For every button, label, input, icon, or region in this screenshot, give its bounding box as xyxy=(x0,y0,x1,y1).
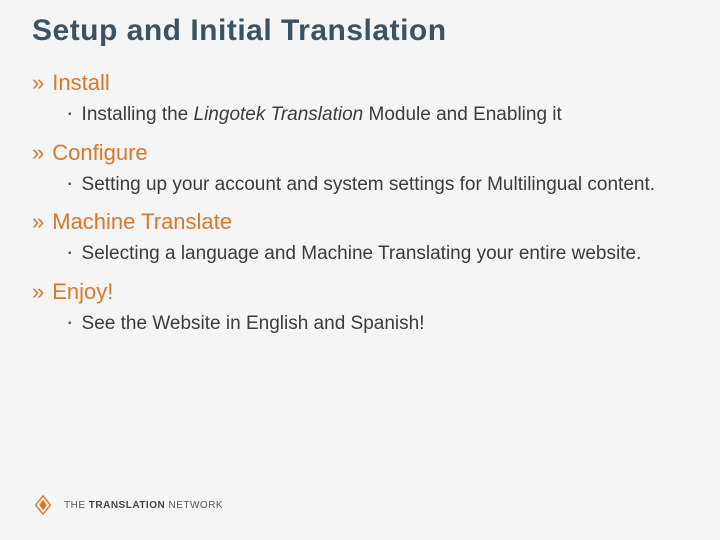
footer: THE TRANSLATION NETWORK xyxy=(32,494,223,516)
bullet-row: ▪ Setting up your account and system set… xyxy=(32,172,688,198)
chevron-icon: » xyxy=(32,140,44,166)
section-title: Enjoy! xyxy=(52,279,113,305)
page-title: Setup and Initial Translation xyxy=(32,14,688,48)
footer-pre: THE xyxy=(64,500,89,511)
square-bullet-icon: ▪ xyxy=(68,179,72,190)
section-configure: » Configure ▪ Setting up your account an… xyxy=(32,140,688,198)
bullet-row: ▪ Installing the Lingotek Translation Mo… xyxy=(32,102,688,128)
section-title: Install xyxy=(52,70,109,96)
chevron-icon: » xyxy=(32,209,44,235)
square-bullet-icon: ▪ xyxy=(68,109,72,120)
section-title: Machine Translate xyxy=(52,209,232,235)
chevron-icon: » xyxy=(32,70,44,96)
square-bullet-icon: ▪ xyxy=(68,248,72,259)
footer-text: THE TRANSLATION NETWORK xyxy=(64,500,223,511)
bullet-text: Installing the Lingotek Translation Modu… xyxy=(82,102,562,128)
section-machine-translate: » Machine Translate ▪ Selecting a langua… xyxy=(32,209,688,267)
square-bullet-icon: ▪ xyxy=(68,318,72,329)
section-head: » Enjoy! xyxy=(32,279,688,305)
section-head: » Machine Translate xyxy=(32,209,688,235)
section-head: » Install xyxy=(32,70,688,96)
bullet-text: Selecting a language and Machine Transla… xyxy=(82,241,642,267)
section-install: » Install ▪ Installing the Lingotek Tran… xyxy=(32,70,688,128)
logo-icon xyxy=(32,494,54,516)
chevron-icon: » xyxy=(32,279,44,305)
bullet-italic: Lingotek Translation xyxy=(194,104,364,125)
bullet-text: See the Website in English and Spanish! xyxy=(82,311,425,337)
bullet-row: ▪ See the Website in English and Spanish… xyxy=(32,311,688,337)
footer-bold: TRANSLATION xyxy=(89,500,165,511)
bullet-pre: Installing the xyxy=(82,104,194,125)
section-enjoy: » Enjoy! ▪ See the Website in English an… xyxy=(32,279,688,337)
bullet-row: ▪ Selecting a language and Machine Trans… xyxy=(32,241,688,267)
footer-post: NETWORK xyxy=(165,500,223,511)
section-head: » Configure xyxy=(32,140,688,166)
bullet-post: Module and Enabling it xyxy=(363,104,562,125)
section-title: Configure xyxy=(52,140,147,166)
slide: Setup and Initial Translation » Install … xyxy=(0,0,720,540)
bullet-text: Setting up your account and system setti… xyxy=(82,172,655,198)
